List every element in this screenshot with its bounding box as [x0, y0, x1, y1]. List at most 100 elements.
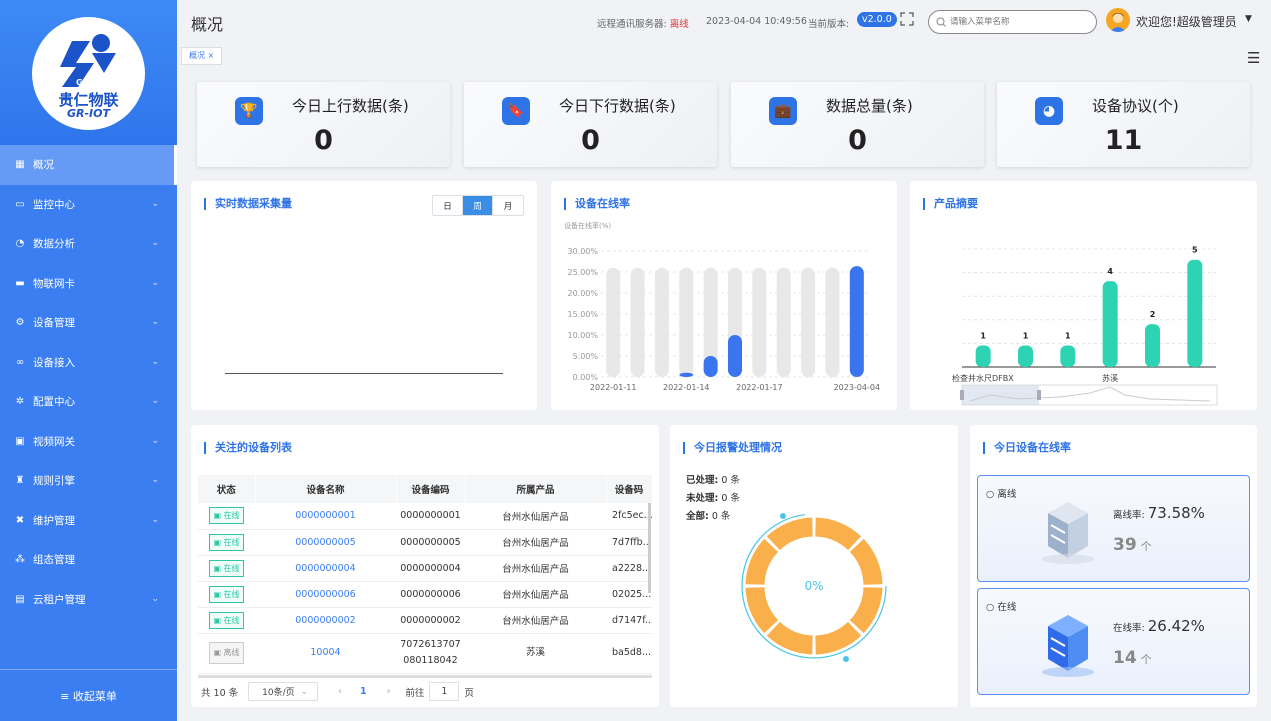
table-row[interactable]: ▣ 在线 0000000002 0000000002 台州水仙居产品 d7147…	[198, 607, 652, 634]
menu-search[interactable]	[928, 10, 1097, 34]
column-header: 所属产品	[465, 475, 607, 503]
sidebar-item-5[interactable]: ∞ 设备接入 ⌄	[0, 343, 177, 383]
stat-label: 今日下行数据(条)	[559, 97, 676, 115]
device-code: 0000000006	[396, 581, 465, 608]
realtime-title: 实时数据采集量	[204, 198, 292, 210]
server-label-text: 远程通讯服务器:	[597, 19, 667, 30]
zoom-handle-left[interactable]	[960, 390, 964, 400]
next-page-button[interactable]: ›	[387, 686, 391, 697]
device-list-title: 关注的设备列表	[204, 442, 292, 454]
tenant-icon: ▤	[15, 593, 25, 605]
device-name-link[interactable]: 0000000001	[255, 503, 396, 530]
data-label: 2	[1150, 310, 1156, 319]
period-tabs: 日周月	[432, 195, 524, 216]
zoom-slider-window[interactable]	[962, 385, 1039, 405]
logo-en-text: GR-IOT	[66, 107, 110, 120]
ring-segment	[849, 538, 883, 586]
online-rate-panel: 设备在线率 设备在线率(%) 0.00% 5.00% 10.00% 15.00% 20.0…	[551, 181, 897, 410]
sidebar-item-label: 云租户管理	[33, 593, 86, 606]
status-badge: ▣ 在线	[209, 585, 244, 603]
collapse-menu-button[interactable]: ≡ 收起菜单	[0, 669, 177, 721]
online-card: ○ 离线 离线率: 73.58% 39 个	[977, 475, 1250, 582]
status-cell: ▣ 在线	[198, 503, 255, 530]
fullscreen-icon[interactable]	[900, 12, 914, 26]
bar-background	[752, 267, 767, 377]
welcome-text[interactable]: 欢迎您!超级管理员	[1136, 13, 1237, 30]
table-row[interactable]: ▣ 在线 0000000006 0000000006 台州水仙居产品 02025…	[198, 581, 652, 608]
prev-page-button[interactable]: ‹	[338, 686, 342, 697]
device-name-link[interactable]: 10004	[255, 633, 396, 674]
stat-label: 今日上行数据(条)	[292, 97, 409, 115]
stat-label: 数据总量(条)	[826, 97, 913, 115]
ring-dot	[780, 513, 786, 519]
product-summary-chart: 1 1 1 4 2 5 检查井水尺DFBX 苏溪	[952, 246, 1218, 406]
device-code: 0000000002	[396, 607, 465, 634]
chevron-down-icon: ⌄	[151, 435, 159, 446]
chevron-down-icon: ⌄	[151, 593, 159, 604]
bar	[728, 335, 742, 377]
period-tab[interactable]: 周	[463, 196, 493, 215]
table-row[interactable]: ▣ 在线 0000000001 0000000001 台州水仙居产品 2fc5e…	[198, 503, 652, 530]
table-row[interactable]: ▣ 在线 0000000005 0000000005 台州水仙居产品 7d7ff…	[198, 529, 652, 556]
period-tab[interactable]: 日	[433, 196, 463, 215]
stat-card: 💼 数据总量(条) 0	[731, 82, 984, 167]
stat-value: 0	[848, 125, 867, 156]
logo: GR 贵仁物联 GR-IOT	[32, 17, 145, 130]
data-label: 1	[1065, 332, 1071, 341]
sidebar-item-4[interactable]: ⚙ 设备管理 ⌄	[0, 303, 177, 343]
period-tab[interactable]: 月	[493, 196, 523, 215]
trophy-icon: 🏆	[235, 97, 263, 125]
rate-value: 26.42%	[1147, 617, 1205, 635]
page-size-select[interactable]: 10条/页 ⌄	[248, 682, 319, 701]
search-icon	[936, 17, 946, 27]
header: 概况 远程通讯服务器: 离线 2023-04-04 10:49:56 当前版本:…	[177, 0, 1271, 44]
avatar[interactable]	[1106, 8, 1130, 32]
tab-overview[interactable]: 概况 ×	[181, 47, 223, 65]
ring-segment	[745, 538, 779, 586]
device-name-link[interactable]: 0000000005	[255, 529, 396, 556]
chevron-down-icon: ⌄	[151, 475, 159, 485]
table-vscrollbar[interactable]	[648, 503, 651, 593]
sidebar-item-10[interactable]: ⁂ 组态管理	[0, 540, 177, 580]
sidebar-item-9[interactable]: ✖ 维护管理 ⌄	[0, 501, 177, 541]
device-name-link[interactable]: 0000000004	[255, 555, 396, 582]
bar	[1187, 259, 1203, 367]
status-cell: ▣ 在线	[198, 529, 255, 556]
device-name-link[interactable]: 0000000006	[255, 581, 396, 608]
device-dcode: 2fc5ec...	[606, 503, 652, 530]
sidebar-item-3[interactable]: ▬ 物联网卡 ⌄	[0, 264, 177, 304]
realtime-axis-line	[225, 373, 503, 374]
ring-segment	[745, 586, 779, 634]
goto-input[interactable]: 1	[429, 682, 460, 701]
bar-background	[630, 267, 645, 377]
server-icon	[1042, 615, 1094, 677]
sidebar-item-11[interactable]: ▤ 云租户管理 ⌄	[0, 580, 177, 620]
online-rate-chart: 设备在线率(%) 0.00% 5.00% 10.00% 15.00% 20.00% 25.0…	[564, 221, 880, 392]
search-input[interactable]	[950, 17, 1080, 27]
rate-label: 离线率:	[1113, 510, 1145, 521]
caret-down-icon[interactable]: ▼	[1245, 14, 1252, 24]
device-list-panel: 关注的设备列表 状态 设备名称 设备编码 所属产品 设备码 ▣ 在线 000000000…	[191, 425, 659, 707]
page-title: 概况	[191, 15, 224, 34]
column-header: 状态	[198, 475, 256, 503]
device-dcode: a2228...	[606, 555, 652, 582]
table-row[interactable]: ▣ 在线 0000000004 0000000004 台州水仙居产品 a2228…	[198, 555, 652, 582]
chevron-down-icon: ⌄	[151, 238, 159, 248]
sidebar-item-8[interactable]: ♜ 规则引擎 ⌄	[0, 461, 177, 501]
sidebar-item-2[interactable]: ◔ 数据分析 ⌄	[0, 224, 177, 264]
status-text: 在线	[223, 589, 240, 599]
scada-icon: ⁂	[15, 554, 25, 566]
sidebar-item-6[interactable]: ✲ 配置中心 ⌄	[0, 382, 177, 422]
sidebar-item-7[interactable]: ▣ 视频网关 ⌄	[0, 422, 177, 462]
table-row[interactable]: ▣ 离线 10004 7072613707 080118042 苏溪 ba5d8…	[198, 633, 652, 674]
zoom-handle-right[interactable]	[1037, 390, 1041, 400]
product-name: 台州水仙居产品	[465, 581, 606, 608]
table-scrollbar[interactable]	[198, 675, 652, 678]
sidebar-item-0[interactable]: ▦ 概况	[0, 145, 177, 185]
device-name-link[interactable]: 0000000002	[255, 607, 396, 634]
sidebar-item-1[interactable]: ▭ 监控中心 ⌄	[0, 185, 177, 225]
today-online-panel: 今日设备在线率 ○ 离线 离线率: 73.58% 39 个 ○ 在线 在线率: 26…	[970, 425, 1257, 707]
current-page[interactable]: 1	[360, 686, 367, 697]
menu-icon[interactable]: ☰	[1247, 49, 1260, 67]
ring-percent: 0%	[804, 579, 823, 593]
